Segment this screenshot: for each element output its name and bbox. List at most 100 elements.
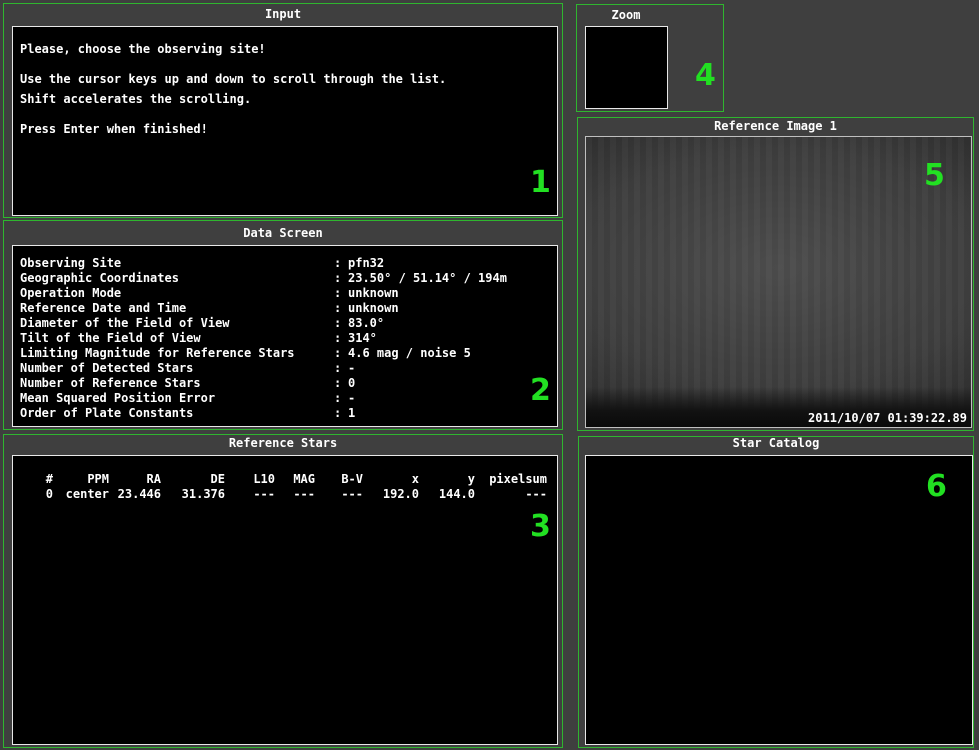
data-row-label: Mean Squared Position Error	[20, 391, 216, 405]
data-row: Geographic Coordinates:23.50° / 51.14° /…	[20, 271, 507, 286]
data-row-separator: :	[334, 256, 342, 270]
column-header: MAG	[293, 471, 315, 486]
table-cell: ---	[293, 486, 315, 501]
data-row-value: -	[348, 391, 356, 405]
data-row-separator: :	[334, 346, 342, 360]
data-row: Operation Mode: unknown	[20, 286, 507, 301]
data-row: Order of Plate Constants:1	[20, 406, 507, 421]
table-body: 0 center 23.446 31.376 --- --- --- 192.0 144.0 --…	[21, 486, 547, 501]
table-cell: center	[65, 486, 109, 501]
data-row-value: -	[348, 361, 356, 375]
zoom-marker: 4	[695, 58, 716, 93]
reference-image-panel: Reference Image 1 5 2011/10/07 01:39:22.…	[577, 117, 974, 431]
data-row: Mean Squared Position Error: -	[20, 391, 507, 406]
reference-image-marker: 5	[924, 158, 945, 193]
column-header: B-V	[341, 471, 363, 486]
data-rows: Observing Site: pfn32 Geographic Coordinat…	[20, 256, 507, 421]
input-screen[interactable]: Please, choose the observing site! Use t…	[12, 26, 558, 216]
table-row[interactable]: 0 center 23.446 31.376 --- --- --- 192.0 144.0 --…	[21, 486, 547, 501]
data-row: Reference Date and Time: unknown	[20, 301, 507, 316]
data-row: Limiting Magnitude for Reference Stars:4…	[20, 346, 507, 361]
reference-image-title: Reference Image 1	[714, 119, 837, 133]
data-row-value: 0	[348, 376, 356, 390]
column-header: pixelsum	[489, 471, 547, 486]
input-panel: Input Please, choose the observing site!…	[3, 3, 563, 218]
table-cell: 144.0	[438, 486, 475, 501]
zoom-screen	[585, 26, 668, 109]
column-header: L10	[253, 471, 275, 486]
data-row-separator: :	[334, 271, 342, 285]
zoom-panel: Zoom 4	[576, 4, 724, 112]
table-cell: ---	[341, 486, 363, 501]
data-row-label: Diameter of the Field of View	[20, 316, 230, 330]
data-row-label: Number of Reference Stars	[20, 376, 201, 390]
data-row: Observing Site: pfn32	[20, 256, 507, 271]
data-row-separator: :	[334, 406, 342, 420]
data-screen-marker: 2	[530, 373, 551, 408]
data-row-value: 4.6 mag / noise 5	[348, 346, 471, 360]
data-row-separator: :	[334, 361, 342, 375]
reference-stars-panel: Reference Stars # PPM RA DE L10 MAG B-V x y pixel…	[3, 434, 563, 748]
column-header: PPM	[87, 471, 109, 486]
sky-image	[586, 137, 971, 427]
data-row-value: unknown	[348, 286, 399, 300]
reference-stars-title: Reference Stars	[228, 436, 338, 450]
column-header: y	[467, 471, 475, 486]
data-row-label: Number of Detected Stars	[20, 361, 194, 375]
reference-stars-marker: 3	[530, 509, 551, 544]
data-row-value: 23.50° / 51.14° / 194m	[348, 271, 507, 285]
data-row-separator: :	[334, 301, 342, 315]
table-cell: 23.446	[117, 486, 161, 501]
table-cell: ---	[525, 486, 547, 501]
star-catalog-title: Star Catalog	[732, 436, 820, 450]
data-row-value: unknown	[348, 301, 399, 315]
reference-image-view[interactable]: 5 2011/10/07 01:39:22.89	[585, 136, 972, 428]
data-screen: Observing Site: pfn32 Geographic Coordinat…	[12, 245, 558, 427]
data-row: Number of Detected Stars: -	[20, 361, 507, 376]
table-cell: 192.0	[382, 486, 419, 501]
image-timestamp: 2011/10/07 01:39:22.89	[808, 411, 967, 425]
star-catalog-marker: 6	[926, 469, 947, 504]
star-catalog-panel: Star Catalog 6	[578, 436, 974, 748]
reference-stars-screen[interactable]: # PPM RA DE L10 MAG B-V x y pixelsum 0 center 23.44…	[12, 455, 558, 745]
data-row-separator: :	[334, 286, 342, 300]
data-row-value: 1	[348, 406, 356, 420]
star-catalog-screen[interactable]: 6	[585, 455, 973, 745]
data-row: Number of Reference Stars:0	[20, 376, 507, 391]
data-row: Diameter of the Field of View:83.0°	[20, 316, 507, 331]
data-row-label: Limiting Magnitude for Reference Stars	[20, 346, 295, 360]
table-cell: 0	[45, 486, 53, 501]
data-row-label: Geographic Coordinates	[20, 271, 179, 285]
input-marker: 1	[530, 165, 551, 200]
data-row-value: pfn32	[348, 256, 385, 270]
input-line-2: Use the cursor keys up and down to scrol…	[20, 72, 447, 86]
data-screen-panel: Data Screen Observing Site: pfn32 Geograph…	[3, 220, 563, 430]
data-row-separator: :	[334, 331, 342, 345]
column-header: #	[45, 471, 53, 486]
table-cell: ---	[253, 486, 275, 501]
reference-stars-table: # PPM RA DE L10 MAG B-V x y pixelsum 0 center 23.44…	[21, 471, 547, 501]
column-header: x	[411, 471, 419, 486]
data-row-label: Operation Mode	[20, 286, 122, 300]
data-row-label: Observing Site	[20, 256, 122, 270]
data-row-label: Order of Plate Constants	[20, 406, 194, 420]
zoom-title: Zoom	[611, 8, 641, 22]
sky-stripes	[586, 137, 971, 427]
data-row-label: Tilt of the Field of View	[20, 331, 201, 345]
data-row-separator: :	[334, 316, 342, 330]
data-row-value: 314°	[348, 331, 377, 345]
column-header: DE	[210, 471, 225, 486]
data-row: Tilt of the Field of View:314°	[20, 331, 507, 346]
input-title: Input	[264, 7, 302, 21]
table-cell: 31.376	[181, 486, 225, 501]
data-screen-title: Data Screen	[243, 226, 323, 240]
input-line-4: Press Enter when finished!	[20, 122, 208, 136]
data-row-separator: :	[334, 391, 342, 405]
data-row-label: Reference Date and Time	[20, 301, 187, 315]
data-row-separator: :	[334, 376, 342, 390]
input-line-1: Please, choose the observing site!	[20, 42, 266, 56]
table-header-row: # PPM RA DE L10 MAG B-V x y pixelsum	[21, 471, 547, 486]
column-header: RA	[146, 471, 161, 486]
input-line-3: Shift accelerates the scrolling.	[20, 92, 252, 106]
data-row-value: 83.0°	[348, 316, 385, 330]
